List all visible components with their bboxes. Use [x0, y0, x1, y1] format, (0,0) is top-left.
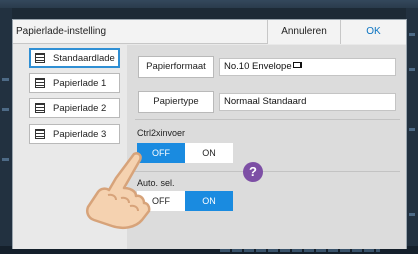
divider — [135, 119, 400, 120]
tray-item-label: Papierlade 1 — [53, 78, 107, 89]
dialog-title: Papierlade-instelling — [16, 26, 107, 37]
ok-button[interactable]: OK — [340, 20, 406, 44]
ctrl2x-label: Ctrl2xinvoer — [137, 128, 186, 138]
question-mark-icon[interactable]: ? — [243, 162, 263, 182]
tray-settings-panel: Papierformaat No.10 Envelope Papiertype … — [127, 45, 406, 249]
tray-item-label: Papierlade 2 — [53, 103, 107, 114]
paper-size-value: No.10 Envelope — [219, 58, 396, 76]
cancel-button[interactable]: Annuleren — [267, 20, 340, 44]
paper-tray-settings-dialog: Papierlade-instelling Annuleren OK Stand… — [12, 19, 407, 249]
landscape-envelope-icon — [292, 62, 302, 69]
auto-sel-on-option[interactable]: ON — [185, 191, 233, 211]
tray-item-papierlade-2[interactable]: Papierlade 2 — [29, 98, 120, 118]
tray-item-papierlade-1[interactable]: Papierlade 1 — [29, 73, 120, 93]
paper-type-button[interactable]: Papiertype — [138, 91, 214, 113]
tray-item-label: Standaardlade — [53, 53, 115, 64]
paper-tray-icon — [35, 103, 45, 113]
divider — [135, 171, 400, 172]
tray-item-papierlade-3[interactable]: Papierlade 3 — [29, 124, 120, 144]
pointing-hand-icon — [86, 152, 151, 229]
paper-type-value: Normaal Standaard — [219, 93, 396, 111]
tray-item-standaardlade[interactable]: Standaardlade — [29, 48, 120, 68]
background-left-strip — [0, 8, 12, 248]
paper-size-button[interactable]: Papierformaat — [138, 56, 214, 78]
paper-tray-icon — [35, 78, 45, 88]
paper-tray-icon — [35, 53, 45, 63]
dialog-titlebar: Papierlade-instelling Annuleren OK — [13, 20, 406, 44]
tray-item-label: Papierlade 3 — [53, 129, 107, 140]
paper-tray-icon — [35, 129, 45, 139]
paper-size-value-text: No.10 Envelope — [224, 61, 292, 72]
background-right-strip — [406, 8, 418, 248]
ctrl2x-on-option[interactable]: ON — [185, 143, 233, 163]
